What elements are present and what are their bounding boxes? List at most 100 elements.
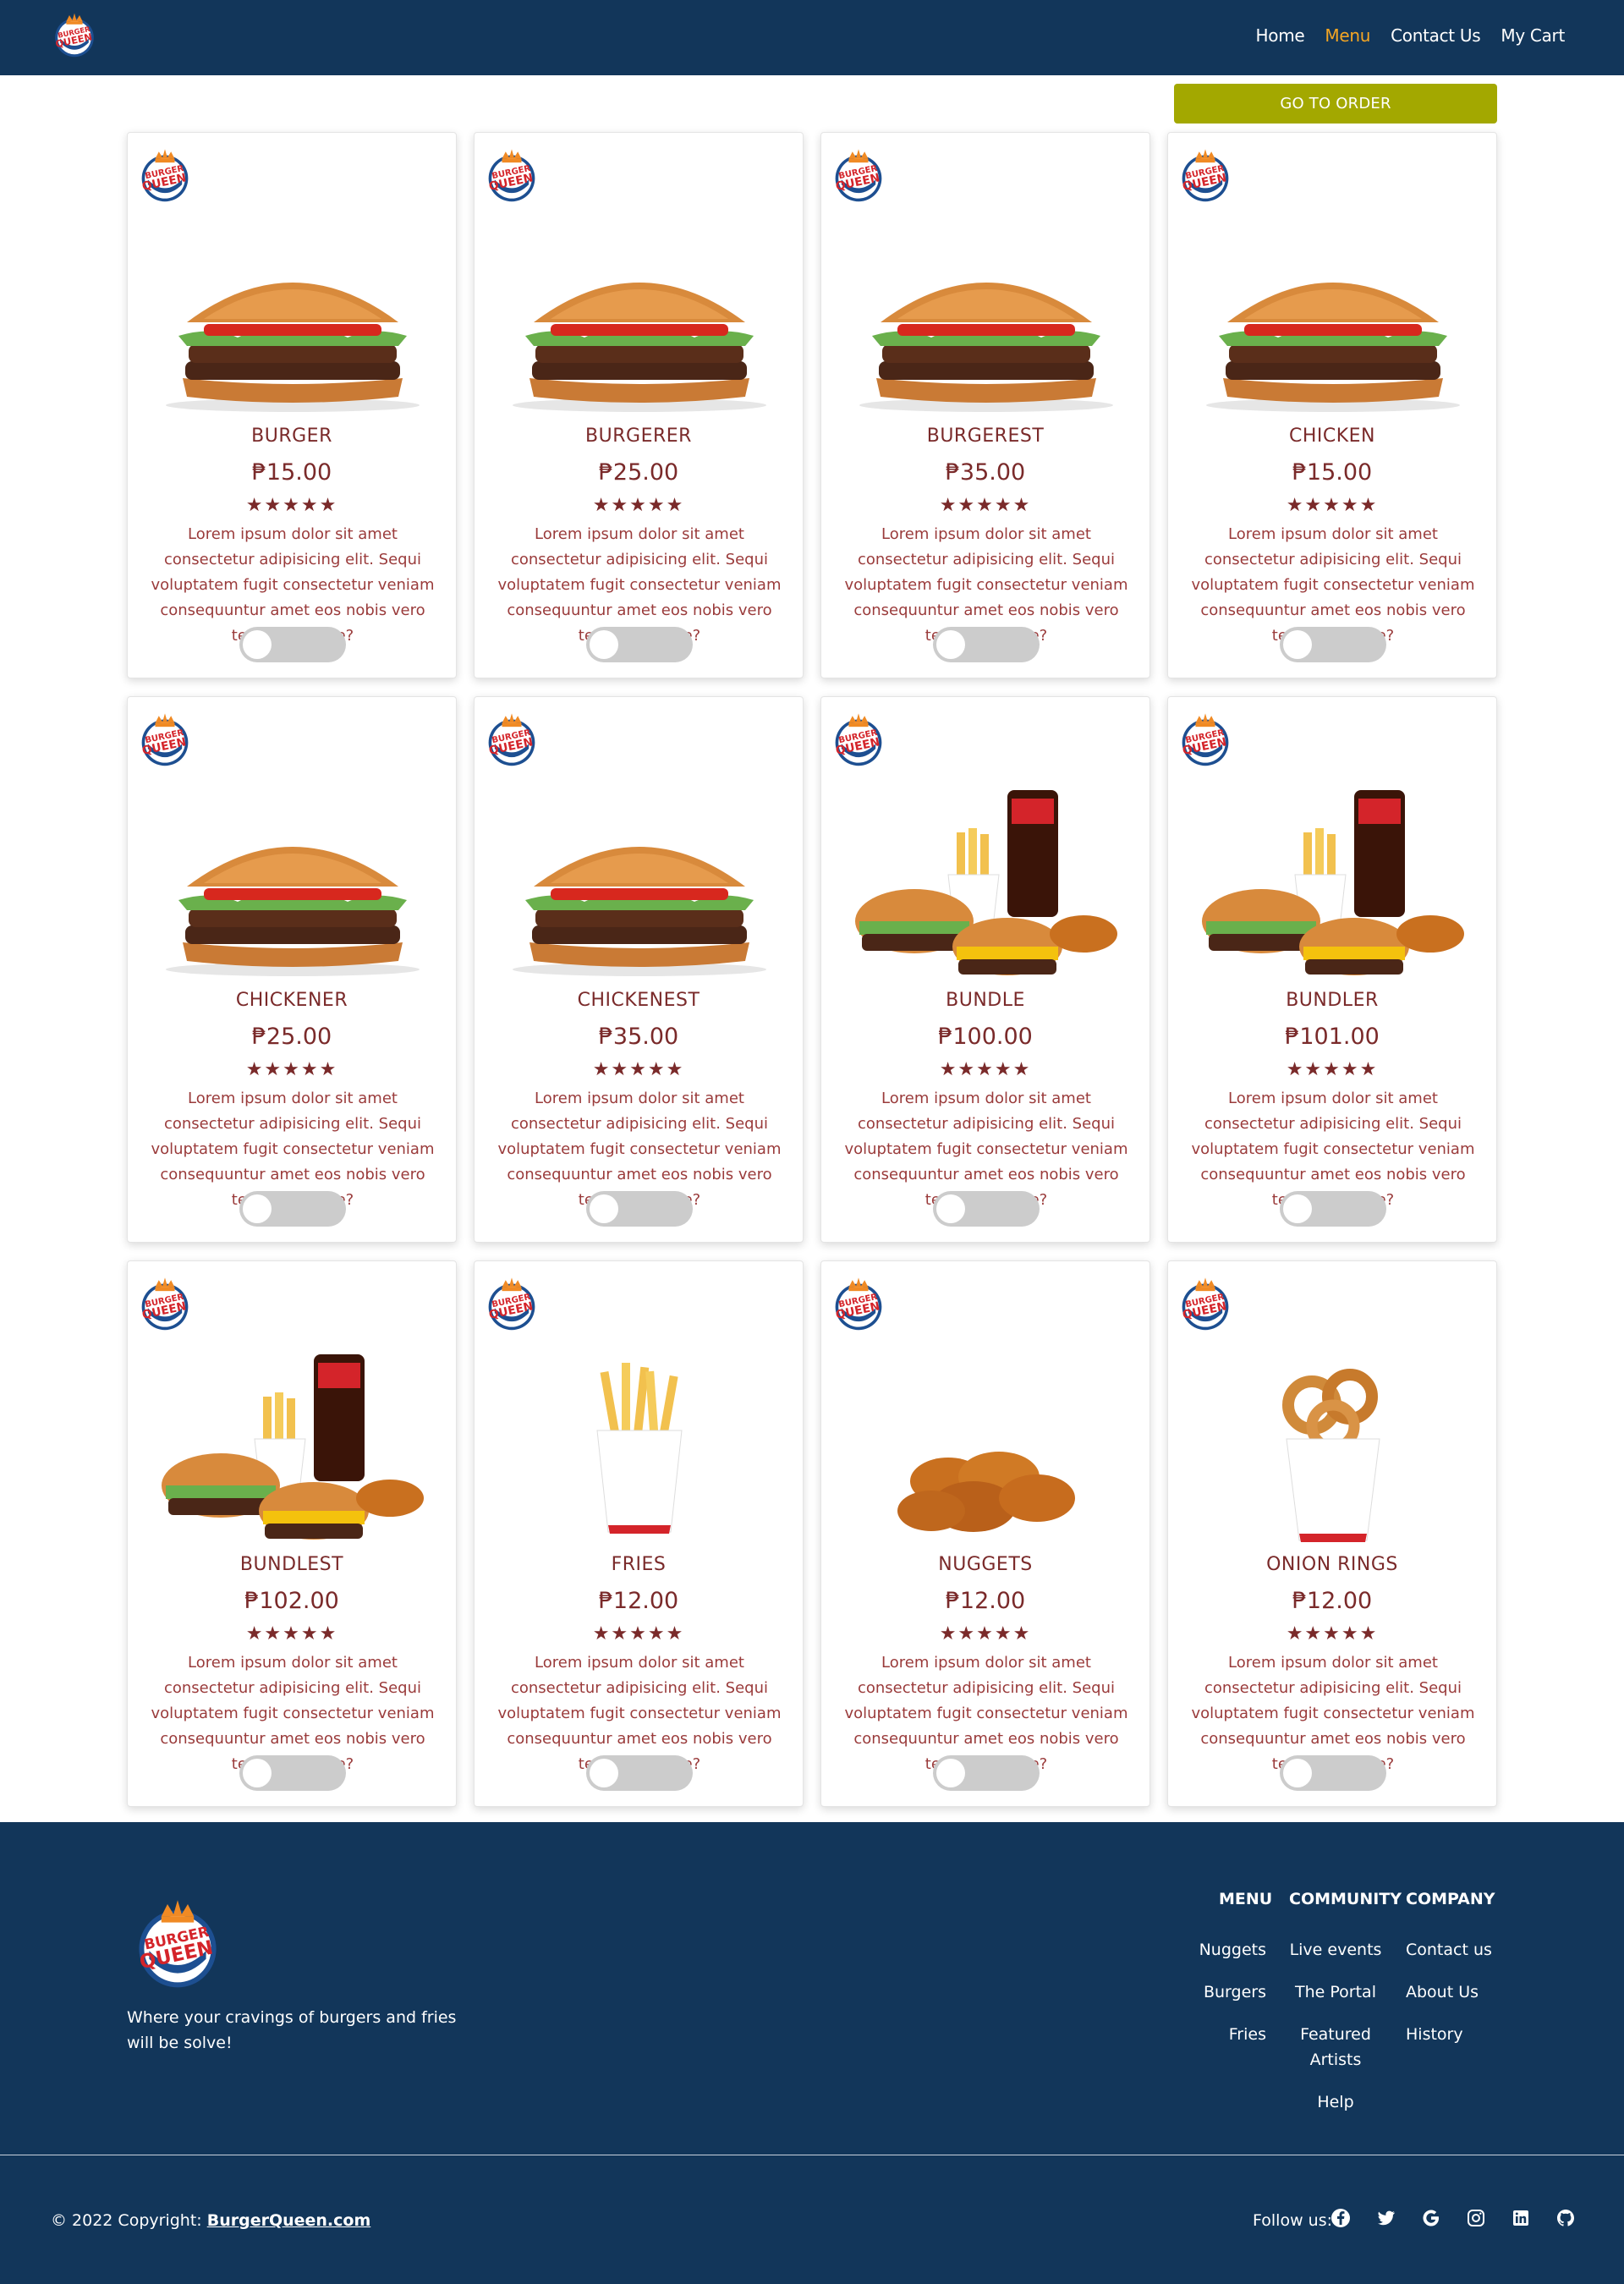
nav-links: Home Menu Contact Us My Cart — [1256, 25, 1566, 46]
footer-link-about-us[interactable]: About Us — [1406, 1979, 1492, 2005]
nav-home-link[interactable]: Home — [1256, 25, 1305, 46]
burger-queen-logo-icon — [487, 713, 535, 766]
onion-rings-image — [1185, 1337, 1481, 1566]
navbar: Home Menu Contact Us My Cart — [0, 0, 1624, 75]
burger-queen-logo-icon — [1181, 713, 1229, 766]
star-rating-icon: ★★★★★ — [245, 1623, 338, 1644]
star-rating-icon: ★★★★★ — [245, 495, 338, 516]
twitter-icon[interactable] — [1376, 2208, 1396, 2228]
burger-queen-logo-icon[interactable] — [49, 10, 100, 61]
footer-link-the-portal[interactable]: The Portal — [1286, 1979, 1385, 2005]
bundle-image — [854, 789, 1118, 976]
star-rating-icon: ★★★★★ — [1286, 1623, 1379, 1644]
star-rating-icon: ★★★★★ — [939, 1623, 1032, 1644]
product-card-chickener: CHICKENER ₱25.00 ★★★★★ Lorem ipsum dolor… — [127, 696, 457, 1243]
github-icon[interactable] — [1555, 2208, 1576, 2228]
toggle-knob — [590, 630, 618, 659]
product-name: NUGGETS — [938, 1554, 1033, 1575]
add-to-order-toggle[interactable] — [1280, 1755, 1386, 1791]
star-rating-icon: ★★★★★ — [1286, 1059, 1379, 1080]
star-rating-icon: ★★★★★ — [592, 1059, 685, 1080]
footer-link-help[interactable]: Help — [1286, 2089, 1385, 2115]
toggle-knob — [936, 1759, 965, 1787]
burger-queen-logo-icon — [834, 713, 882, 766]
add-to-order-toggle[interactable] — [586, 627, 693, 662]
nav-contact-link[interactable]: Contact Us — [1391, 25, 1481, 46]
product-price: ₱35.00 — [598, 1024, 679, 1050]
toggle-knob — [936, 630, 965, 659]
toggle-knob — [1283, 1194, 1312, 1223]
toggle-knob — [1283, 630, 1312, 659]
product-name: CHICKENER — [235, 990, 348, 1011]
burger-queen-logo-icon — [487, 1277, 535, 1331]
copyright-link[interactable]: BurgerQueen.com — [207, 2211, 371, 2230]
add-to-order-toggle[interactable] — [933, 1755, 1040, 1791]
product-price: ₱25.00 — [598, 459, 679, 486]
star-rating-icon: ★★★★★ — [939, 1059, 1032, 1080]
nav-cart-link[interactable]: My Cart — [1501, 25, 1565, 46]
footer-menu-links: Nuggets Burgers Fries — [1199, 1937, 1266, 2064]
footer-link-live-events[interactable]: Live events — [1286, 1937, 1385, 1963]
go-to-order-button[interactable]: GO TO ORDER — [1174, 84, 1497, 124]
product-name: BUNDLE — [946, 990, 1025, 1011]
footer-company-links: Contact us About Us History — [1406, 1937, 1492, 2064]
star-rating-icon: ★★★★★ — [1286, 495, 1379, 516]
footer-link-contact-us[interactable]: Contact us — [1406, 1937, 1492, 1963]
double-burger-image — [859, 283, 1113, 412]
footer-tagline: Where your cravings of burgers and fries… — [127, 2008, 457, 2052]
product-card-onion-rings: ONION RINGS ₱12.00 ★★★★★ Lorem ipsum dol… — [1167, 1260, 1497, 1807]
product-price: ₱15.00 — [1292, 459, 1373, 486]
footer-link-featured-artists[interactable]: Featured Artists — [1286, 2022, 1385, 2073]
product-name: BURGEREST — [926, 426, 1045, 447]
add-to-order-toggle[interactable] — [933, 1191, 1040, 1227]
google-icon[interactable] — [1421, 2208, 1441, 2228]
footer-community-heading: COMMUNITY — [1289, 1890, 1402, 1908]
product-name: CHICKENEST — [577, 990, 700, 1011]
product-price: ₱101.00 — [1285, 1024, 1380, 1050]
product-name: BURGERER — [585, 426, 692, 447]
add-to-order-toggle[interactable] — [239, 627, 346, 662]
add-to-order-toggle[interactable] — [933, 627, 1040, 662]
burger-queen-logo-icon — [834, 149, 882, 202]
add-to-order-toggle[interactable] — [1280, 1191, 1386, 1227]
product-card-nuggets: NUGGETS ₱12.00 ★★★★★ Lorem ipsum dolor s… — [820, 1260, 1150, 1807]
fries-image — [596, 1362, 683, 1535]
product-name: BURGER — [251, 426, 332, 447]
product-card-bundlest: BUNDLEST ₱102.00 ★★★★★ Lorem ipsum dolor… — [127, 1260, 457, 1807]
toggle-knob — [1283, 1759, 1312, 1787]
product-card-fries: FRIES ₱12.00 ★★★★★ Lorem ipsum dolor sit… — [474, 1260, 804, 1807]
footer-link-burgers[interactable]: Burgers — [1199, 1979, 1266, 2005]
linkedin-icon[interactable] — [1511, 2208, 1531, 2228]
footer-company-heading: COMPANY — [1406, 1890, 1495, 1908]
product-name: CHICKEN — [1288, 426, 1376, 447]
burger-image — [166, 283, 420, 412]
add-to-order-toggle[interactable] — [586, 1755, 693, 1791]
add-to-order-toggle[interactable] — [239, 1755, 346, 1791]
add-to-order-toggle[interactable] — [239, 1191, 346, 1227]
product-card-bundle: BUNDLE ₱100.00 ★★★★★ Lorem ipsum dolor s… — [820, 696, 1150, 1243]
footer-link-nuggets[interactable]: Nuggets — [1199, 1937, 1266, 1963]
nuggets-image — [897, 1452, 1075, 1532]
product-price: ₱100.00 — [938, 1024, 1033, 1050]
product-price: ₱35.00 — [945, 459, 1026, 486]
add-to-order-toggle[interactable] — [1280, 627, 1386, 662]
product-card-chickenest: CHICKENEST ₱35.00 ★★★★★ Lorem ipsum dolo… — [474, 696, 804, 1243]
toggle-knob — [590, 1759, 618, 1787]
product-card-burgerest: BURGEREST ₱35.00 ★★★★★ Lorem ipsum dolor… — [820, 132, 1150, 678]
add-to-order-toggle[interactable] — [586, 1191, 693, 1227]
toggle-knob — [936, 1194, 965, 1223]
bundle-chicken-image — [1201, 789, 1465, 976]
footer-community-links: Live events The Portal Featured Artists … — [1286, 1937, 1385, 2132]
chicken-sandwich-image — [1206, 283, 1460, 412]
instagram-icon[interactable] — [1466, 2208, 1486, 2228]
nav-menu-link[interactable]: Menu — [1325, 25, 1370, 46]
product-card-bundler: BUNDLER ₱101.00 ★★★★★ Lorem ipsum dolor … — [1167, 696, 1497, 1243]
copyright-text: © 2022 Copyright: — [51, 2211, 207, 2230]
product-price: ₱12.00 — [1292, 1588, 1373, 1614]
footer-link-history[interactable]: History — [1406, 2022, 1492, 2047]
footer-link-fries[interactable]: Fries — [1199, 2022, 1266, 2047]
facebook-icon[interactable] — [1330, 2208, 1351, 2228]
product-price: ₱12.00 — [598, 1588, 679, 1614]
product-price: ₱15.00 — [251, 459, 332, 486]
chicken-cheese-sandwich-image — [166, 847, 420, 976]
